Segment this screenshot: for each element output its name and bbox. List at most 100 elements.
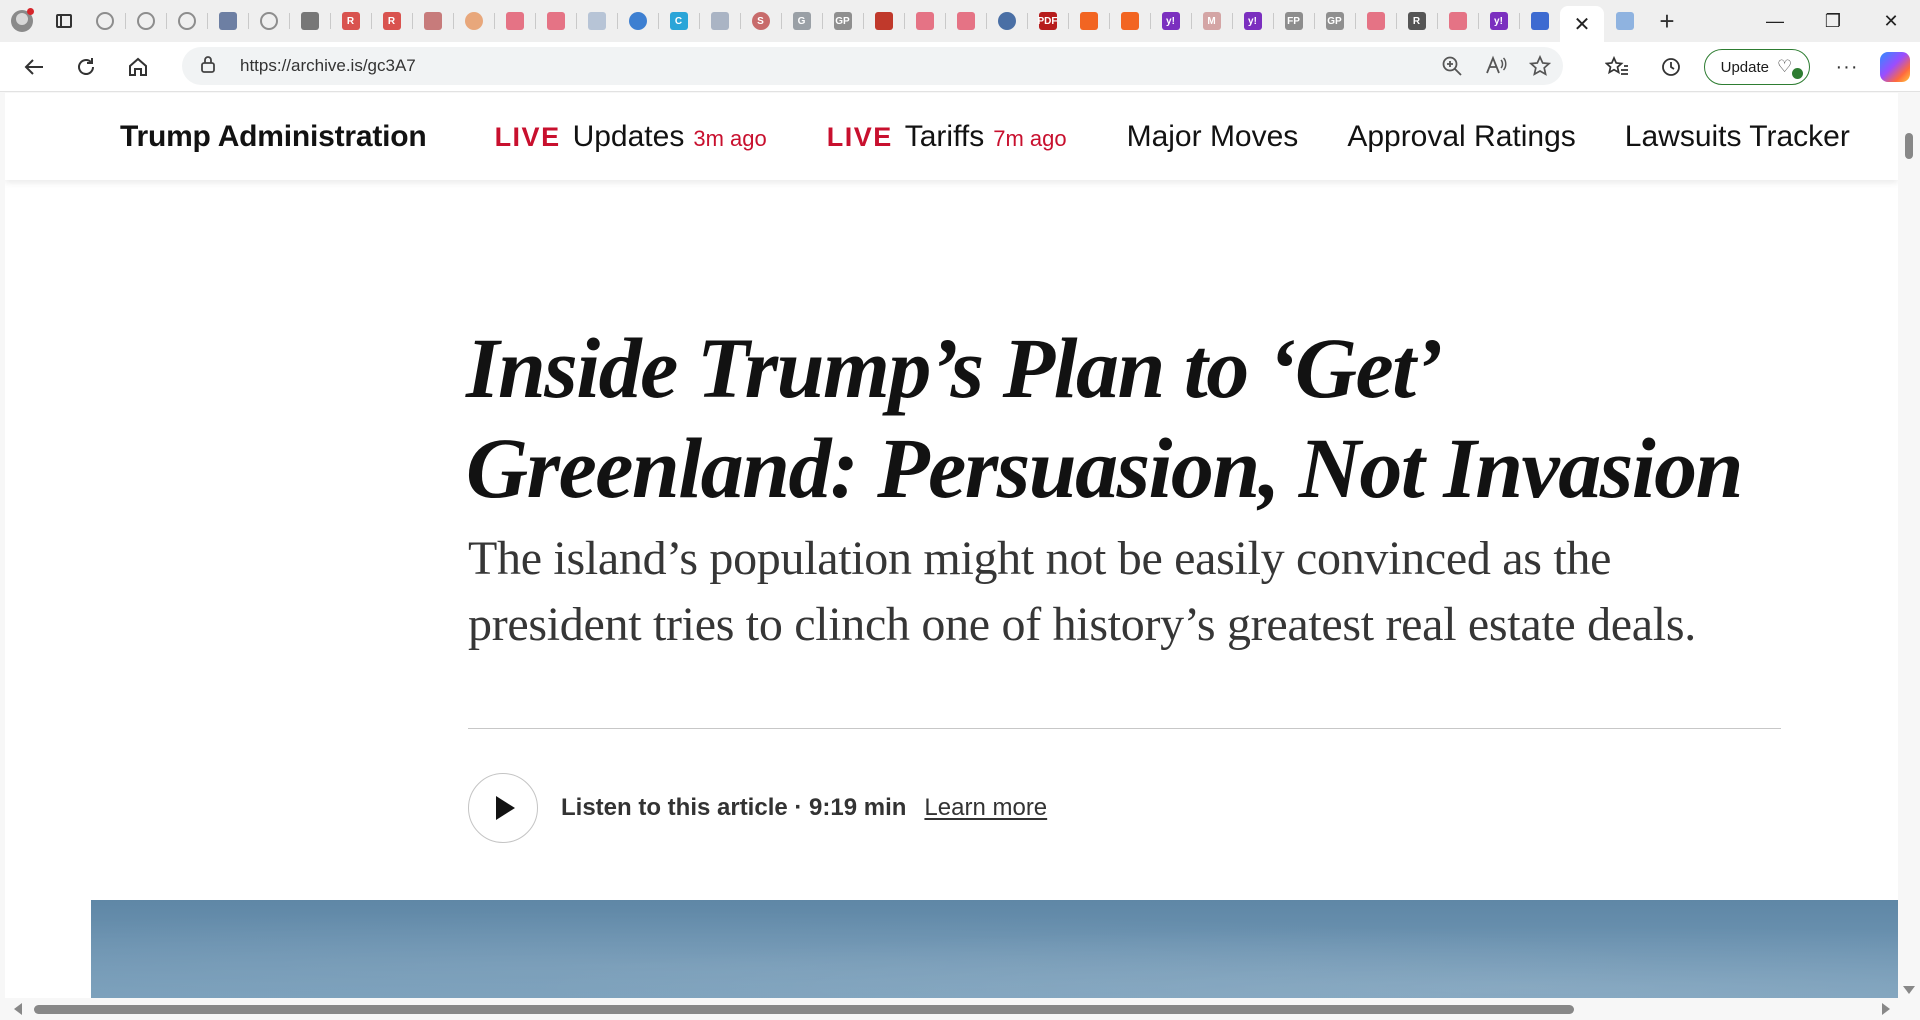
pinned-tab[interactable] xyxy=(207,0,248,42)
pinned-tab[interactable] xyxy=(1437,0,1478,42)
shield-icon xyxy=(587,12,606,30)
pinned-tab[interactable]: G xyxy=(781,0,822,42)
minimize-button[interactable]: — xyxy=(1746,0,1804,42)
pinned-tab[interactable]: GP xyxy=(822,0,863,42)
pinned-tab[interactable] xyxy=(576,0,617,42)
pinned-tab[interactable]: C xyxy=(658,0,699,42)
bookmark-icon xyxy=(1120,12,1139,30)
pinned-tab[interactable]: M xyxy=(1191,0,1232,42)
pinned-tab[interactable]: y! xyxy=(1150,0,1191,42)
pinned-tab[interactable] xyxy=(945,0,986,42)
tab-actions-button[interactable] xyxy=(44,0,84,42)
pinned-tab[interactable] xyxy=(904,0,945,42)
update-button[interactable]: Update ♡ xyxy=(1703,49,1810,85)
refresh-button[interactable] xyxy=(60,42,112,92)
pinned-tab[interactable] xyxy=(494,0,535,42)
pinned-tab[interactable]: R xyxy=(371,0,412,42)
c-logo-icon: C xyxy=(669,12,688,30)
favorite-star-icon[interactable] xyxy=(1529,55,1551,77)
tag-icon xyxy=(300,12,319,30)
read-aloud-icon[interactable] xyxy=(1485,55,1507,77)
address-actions xyxy=(1441,47,1551,85)
article-headline: Inside Trump’s Plan to ‘Get’ Greenland: … xyxy=(466,320,1743,516)
nav-live-updates[interactable]: LIVE Updates 3m ago xyxy=(495,120,767,154)
section-title[interactable]: Trump Administration xyxy=(120,120,427,154)
circle-icon xyxy=(464,12,483,30)
google-icon: G xyxy=(792,12,811,30)
search-icon xyxy=(1530,12,1549,30)
lock-icon[interactable] xyxy=(200,55,222,78)
active-tab[interactable]: ✕ xyxy=(1560,6,1604,42)
pinned-tab[interactable]: y! xyxy=(1478,0,1519,42)
scroll-right-icon[interactable] xyxy=(1882,1003,1890,1015)
hero-image xyxy=(91,900,1898,998)
home-button[interactable] xyxy=(112,42,164,92)
pinned-tab[interactable] xyxy=(699,0,740,42)
pinned-tab[interactable]: R xyxy=(330,0,371,42)
globe-icon xyxy=(177,12,196,30)
more-menu-button[interactable]: ··· xyxy=(1820,42,1874,92)
history-button[interactable] xyxy=(1644,42,1698,92)
pinned-tab-copilot[interactable] xyxy=(1604,0,1645,42)
pinned-tab[interactable] xyxy=(289,0,330,42)
profile-button[interactable] xyxy=(0,0,44,42)
chart-icon xyxy=(710,12,729,30)
youtube-icon xyxy=(1366,12,1385,30)
yahoo-icon: y! xyxy=(1161,12,1180,30)
pinned-tab[interactable]: PDF xyxy=(1027,0,1068,42)
learn-more-link[interactable]: Learn more xyxy=(924,794,1047,822)
pinned-tab[interactable] xyxy=(986,0,1027,42)
pinned-tab[interactable]: y! xyxy=(1232,0,1273,42)
pinned-tab[interactable] xyxy=(1109,0,1150,42)
pinned-tab[interactable]: S xyxy=(740,0,781,42)
notification-dot xyxy=(27,8,34,15)
pinned-tab[interactable]: R xyxy=(1396,0,1437,42)
pinned-tab[interactable] xyxy=(412,0,453,42)
pinned-tab[interactable]: FP xyxy=(1273,0,1314,42)
url-text[interactable]: https://archive.is/gc3A7 xyxy=(240,56,416,76)
scroll-thumb[interactable] xyxy=(34,1005,1574,1014)
close-tab-icon[interactable]: ✕ xyxy=(1574,12,1591,37)
page-viewport: Trump Administration LIVE Updates 3m ago… xyxy=(5,93,1898,998)
divider-rule xyxy=(468,728,1781,729)
toolbar-right: Update ♡ ··· xyxy=(1590,42,1920,92)
scroll-left-icon[interactable] xyxy=(14,1003,22,1015)
favorites-button[interactable] xyxy=(1590,42,1644,92)
back-button[interactable] xyxy=(8,42,60,92)
pinned-tab[interactable] xyxy=(535,0,576,42)
pinned-tab[interactable] xyxy=(1068,0,1109,42)
live-label: Updates xyxy=(572,119,685,153)
youtube-icon xyxy=(1448,12,1467,30)
youtube-icon xyxy=(915,12,934,30)
close-window-button[interactable]: ✕ xyxy=(1862,0,1920,42)
play-button[interactable] xyxy=(468,773,538,843)
nav-link-lawsuits-tracker[interactable]: Lawsuits Tracker xyxy=(1625,120,1850,154)
zoom-icon[interactable] xyxy=(1441,55,1463,77)
vertical-scrollbar[interactable] xyxy=(1898,93,1920,998)
scroll-down-icon[interactable] xyxy=(1903,986,1915,994)
scroll-thumb[interactable] xyxy=(1905,133,1913,159)
home-icon xyxy=(129,57,147,76)
new-tab-button[interactable]: + xyxy=(1645,0,1689,42)
pinned-tab[interactable]: GP xyxy=(1314,0,1355,42)
nav-live-tariffs[interactable]: LIVE Tariffs 7m ago xyxy=(827,120,1067,154)
pinned-tab[interactable] xyxy=(84,0,125,42)
gp-icon: GP xyxy=(1325,12,1344,30)
pinned-tab[interactable] xyxy=(617,0,658,42)
globe-icon xyxy=(259,12,278,30)
nav-link-approval-ratings[interactable]: Approval Ratings xyxy=(1347,120,1575,154)
pinned-tab[interactable] xyxy=(166,0,207,42)
copilot-icon[interactable] xyxy=(1880,52,1910,82)
pinned-tab[interactable] xyxy=(1355,0,1396,42)
pinned-tab[interactable] xyxy=(125,0,166,42)
restore-button[interactable]: ❐ xyxy=(1804,0,1862,42)
address-bar[interactable]: https://archive.is/gc3A7 xyxy=(182,47,1563,85)
update-label: Update xyxy=(1720,58,1769,76)
update-badge-icon xyxy=(1792,68,1803,79)
pinned-tab[interactable] xyxy=(1519,0,1560,42)
pinned-tab[interactable] xyxy=(248,0,289,42)
pinned-tab[interactable] xyxy=(863,0,904,42)
horizontal-scrollbar[interactable] xyxy=(0,998,1920,1020)
nav-link-major-moves[interactable]: Major Moves xyxy=(1127,120,1299,154)
pinned-tab[interactable] xyxy=(453,0,494,42)
